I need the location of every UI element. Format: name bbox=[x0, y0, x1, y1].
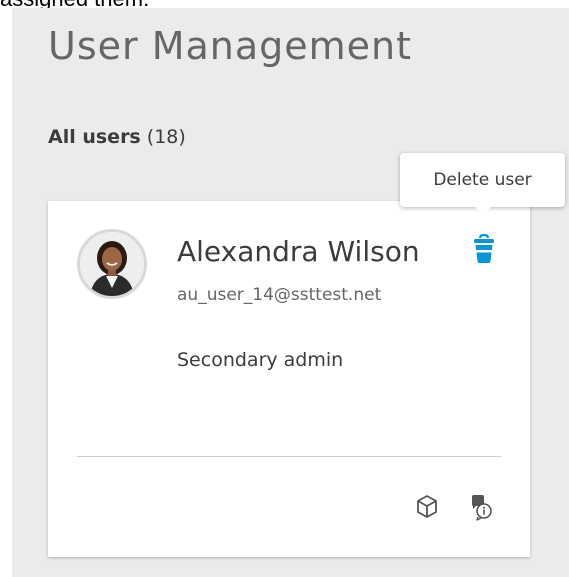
delete-user-tooltip: Delete user bbox=[400, 153, 565, 207]
chat-info-icon bbox=[472, 495, 492, 521]
user-management-panel: User Management All users (18) Alexandra… bbox=[12, 8, 569, 577]
user-role: Secondary admin bbox=[177, 349, 344, 371]
cube-action-button[interactable] bbox=[414, 493, 440, 521]
trash-icon bbox=[474, 233, 494, 263]
card-divider bbox=[77, 456, 501, 457]
user-email: au_user_14@ssttest.net bbox=[177, 285, 382, 305]
all-users-heading: All users (18) bbox=[48, 126, 186, 148]
chat-info-action-button[interactable] bbox=[468, 493, 494, 521]
all-users-count: (18) bbox=[146, 126, 186, 148]
avatar-portrait-image bbox=[80, 232, 144, 296]
cube-icon bbox=[417, 495, 437, 518]
user-card[interactable]: Alexandra Wilson au_user_14@ssttest.net … bbox=[48, 201, 530, 557]
user-name: Alexandra Wilson bbox=[177, 235, 420, 268]
tooltip-arrow bbox=[474, 206, 492, 216]
page-title: User Management bbox=[48, 24, 413, 68]
all-users-label: All users bbox=[48, 126, 141, 148]
delete-user-button[interactable] bbox=[470, 233, 498, 267]
avatar bbox=[77, 229, 147, 299]
